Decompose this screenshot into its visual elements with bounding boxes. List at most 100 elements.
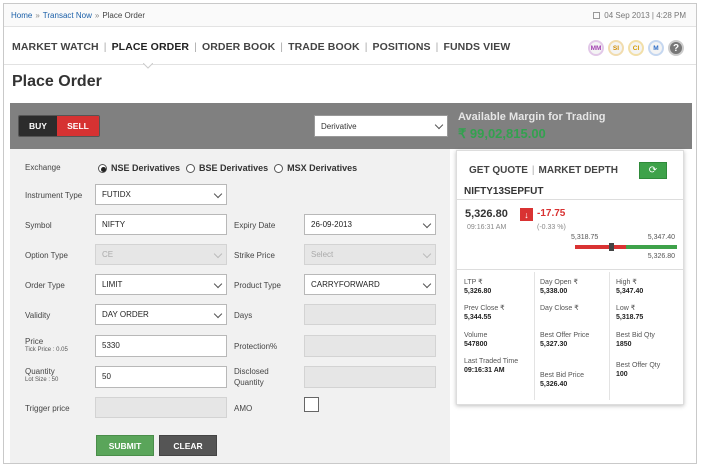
main-nav: MARKET WATCH | PLACE ORDER | ORDER BOOK | TRAD… bbox=[12, 41, 510, 53]
quantity-input[interactable]: 50 bbox=[95, 366, 227, 388]
breadcrumb-bar: Home» Transact Now» Place Order 04 Sep 201… bbox=[4, 4, 696, 27]
radio-empty-icon bbox=[186, 163, 196, 173]
nav-trade-book[interactable]: TRADE BOOK bbox=[288, 41, 360, 53]
nav-place-order[interactable]: PLACE ORDER bbox=[112, 41, 190, 53]
range-bar-red bbox=[575, 245, 626, 249]
stat-volume: Volume 547800 bbox=[464, 332, 488, 348]
product-type-value: CARRYFORWARD bbox=[311, 280, 380, 289]
chevron-down-icon bbox=[422, 249, 432, 259]
mm-button[interactable]: MM bbox=[588, 40, 604, 56]
stat-high: High ₹5,347.40 bbox=[616, 279, 644, 295]
range-bar-green bbox=[626, 245, 677, 249]
breadcrumb: Home» Transact Now» Place Order bbox=[11, 11, 145, 20]
m-button[interactable]: M bbox=[648, 40, 664, 56]
range-marker bbox=[609, 243, 614, 251]
nav-sep: | bbox=[280, 41, 284, 53]
strike-price-placeholder: Select bbox=[311, 250, 334, 259]
submit-button[interactable]: SUBMIT bbox=[96, 435, 154, 456]
price-input[interactable]: 5330 bbox=[95, 335, 227, 357]
option-type-select[interactable]: CE bbox=[95, 244, 227, 265]
instrument-type-select[interactable]: FUTIDX bbox=[95, 184, 227, 205]
stat-last-traded: Last Traded Time 09:16:31 AM bbox=[464, 358, 519, 374]
radio-nse[interactable]: NSE Derivatives bbox=[98, 163, 180, 173]
tab-get-quote[interactable]: GET QUOTE bbox=[469, 165, 528, 176]
symbol-input[interactable]: NIFTY bbox=[95, 214, 227, 235]
breadcrumb-transact[interactable]: Transact Now bbox=[43, 11, 92, 20]
order-type-select[interactable]: LIMIT bbox=[95, 274, 227, 295]
quote-stats: LTP ₹5,326.80 Day Open ₹5,338.00 High ₹5… bbox=[457, 274, 683, 402]
trigger-price-input[interactable] bbox=[95, 397, 227, 418]
strike-price-select[interactable]: Select bbox=[304, 244, 436, 265]
order-type-value: LIMIT bbox=[102, 280, 123, 289]
symbol-label: Symbol bbox=[25, 221, 52, 230]
chevron-down-icon bbox=[422, 219, 432, 229]
clear-button[interactable]: CLEAR bbox=[159, 435, 217, 456]
day-range-bar bbox=[575, 243, 677, 251]
stat-ltp: LTP ₹5,326.80 bbox=[464, 279, 492, 295]
quantity-label-text: Quantity bbox=[25, 367, 55, 376]
help-button[interactable]: ? bbox=[668, 40, 684, 56]
margin-label: Available Margin for Trading bbox=[458, 111, 606, 123]
expiry-label: Expiry Date bbox=[234, 221, 276, 230]
sell-button[interactable]: SELL bbox=[57, 116, 99, 136]
chevron-down-icon bbox=[422, 279, 432, 289]
radio-nse-label: NSE Derivatives bbox=[111, 163, 181, 173]
nav-sep: | bbox=[435, 41, 439, 53]
chevron-down-icon bbox=[213, 189, 223, 199]
down-arrow-icon: ↓ bbox=[520, 208, 533, 221]
radio-bse[interactable]: BSE Derivatives bbox=[186, 163, 268, 173]
disclosed-quantity-input[interactable] bbox=[304, 366, 436, 388]
nav-sep: | bbox=[364, 41, 368, 53]
validity-select[interactable]: DAY ORDER bbox=[95, 304, 227, 325]
amo-checkbox[interactable] bbox=[304, 397, 319, 412]
chevron-down-icon bbox=[213, 279, 223, 289]
breadcrumb-sep: » bbox=[35, 11, 40, 20]
radio-empty-icon bbox=[274, 163, 284, 173]
quantity-label: Quantity Lot Size : 50 bbox=[25, 367, 58, 383]
tab-sep: | bbox=[531, 165, 535, 176]
stat-best-offer-price: Best Offer Price 5,327.30 bbox=[540, 332, 590, 348]
quote-time: 09:16:31 AM bbox=[467, 224, 507, 231]
segment-select[interactable]: Derivative bbox=[314, 115, 448, 137]
nav-positions[interactable]: POSITIONS bbox=[373, 41, 431, 53]
breadcrumb-home[interactable]: Home bbox=[11, 11, 32, 20]
nav-sep: | bbox=[194, 41, 197, 53]
price-tick-text: Tick Price : 0.05 bbox=[25, 347, 68, 353]
lot-size-text: Lot Size : 50 bbox=[25, 377, 59, 383]
exchange-radio-group: NSE Derivatives BSE Derivatives MSX Deri… bbox=[98, 163, 357, 173]
product-type-label: Product Type bbox=[234, 281, 281, 290]
validity-label: Validity bbox=[25, 311, 51, 320]
segment-value: Derivative bbox=[321, 122, 357, 131]
ci-button[interactable]: CI bbox=[628, 40, 644, 56]
nav-order-book[interactable]: ORDER BOOK bbox=[202, 41, 275, 53]
quote-divider bbox=[457, 199, 683, 200]
refresh-icon[interactable]: ⟳ bbox=[639, 162, 667, 179]
quote-change: -17.75 bbox=[537, 208, 566, 219]
product-type-select[interactable]: CARRYFORWARD bbox=[304, 274, 436, 295]
option-type-value: CE bbox=[102, 250, 114, 259]
breadcrumb-current: Place Order bbox=[102, 11, 145, 20]
si-button[interactable]: SI bbox=[608, 40, 624, 56]
order-panel-header: BUY SELL Derivative bbox=[10, 103, 450, 149]
buy-button[interactable]: BUY bbox=[19, 116, 57, 136]
datetime-text: 04 Sep 2013 | 4:28 PM bbox=[604, 11, 686, 20]
nav-divider bbox=[4, 64, 696, 65]
range-low: 5,318.75 bbox=[571, 234, 599, 241]
active-tab-caret-icon bbox=[143, 63, 153, 69]
stat-prev-close: Prev Close ₹5,344.55 bbox=[464, 305, 505, 321]
stat-best-bid-qty: Best Bid Qty 1850 bbox=[616, 332, 655, 348]
nav-market-watch[interactable]: MARKET WATCH bbox=[12, 41, 99, 53]
stat-day-close: Day Close ₹ bbox=[540, 305, 579, 312]
nav-funds-view[interactable]: FUNDS VIEW bbox=[443, 41, 510, 53]
days-label: Days bbox=[234, 311, 253, 320]
protection-input[interactable] bbox=[304, 335, 436, 357]
tab-market-depth[interactable]: MARKET DEPTH bbox=[539, 165, 618, 176]
protection-label: Protection% bbox=[234, 342, 278, 351]
disclosed-quantity-label: Disclosed Quantity bbox=[234, 367, 269, 387]
expiry-select[interactable]: 26-09-2013 bbox=[304, 214, 436, 235]
order-type-label: Order Type bbox=[25, 281, 65, 290]
radio-msx[interactable]: MSX Derivatives bbox=[274, 163, 357, 173]
radio-msx-label: MSX Derivatives bbox=[287, 163, 358, 173]
days-input[interactable] bbox=[304, 304, 436, 325]
stat-low: Low ₹5,318.75 bbox=[616, 305, 644, 321]
